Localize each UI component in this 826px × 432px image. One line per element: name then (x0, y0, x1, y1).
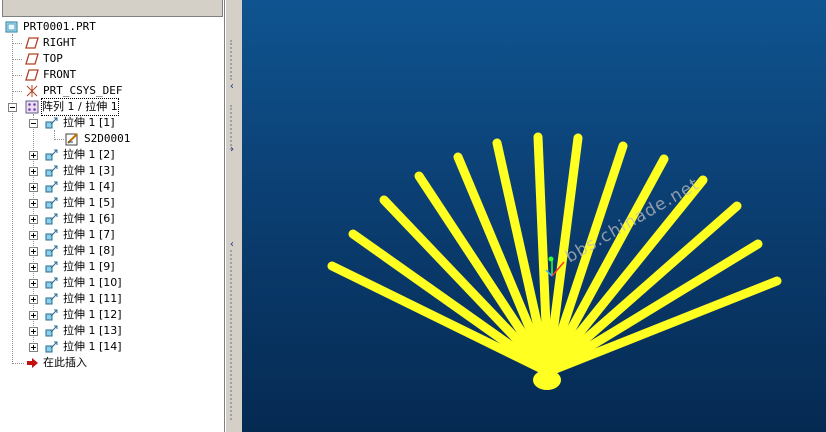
insert-arrow-icon (27, 358, 38, 368)
expand-toggle-icon[interactable] (29, 183, 38, 192)
collapse-left-icon[interactable]: ‹ (229, 240, 239, 250)
tree-item-label: 拉伸 1 [14] (63, 340, 122, 353)
tree-item-label: 拉伸 1 [9] (63, 260, 115, 273)
expand-toggle-icon[interactable] (29, 263, 38, 272)
extrude-icon (45, 213, 58, 225)
extrude-icon (45, 293, 58, 305)
tree-item-label: 拉伸 1 [3] (63, 164, 115, 177)
extrude-icon (45, 277, 58, 289)
tree-item-label: FRONT (43, 68, 77, 81)
tree-item-pattern-member[interactable]: 拉伸 1 [11] (0, 291, 224, 307)
fan-hub (533, 370, 561, 390)
expand-toggle-icon[interactable] (29, 151, 38, 160)
extrude-icon (45, 341, 58, 353)
tree-item-pattern-member[interactable]: 拉伸 1 [2] (0, 147, 224, 163)
graphics-viewport[interactable]: bbs.chinade.net (242, 0, 826, 432)
collapse-toggle-icon[interactable] (29, 119, 38, 128)
fan-blade (379, 195, 553, 377)
insert-here-item[interactable]: 在此插入 (0, 355, 224, 371)
tree-item-label: 在此插入 (43, 356, 87, 369)
pattern-icon (25, 100, 39, 114)
expand-toggle-icon[interactable] (29, 247, 38, 256)
tree-item-label: 拉伸 1 [6] (63, 212, 115, 225)
extrude-icon (45, 229, 58, 241)
expand-toggle-icon[interactable] (29, 311, 38, 320)
tree-item-pattern[interactable]: 阵列 1 / 拉伸 1 (0, 98, 224, 116)
tree-root-item[interactable]: PRT0001.PRT (0, 19, 224, 35)
tree-item-sketch[interactable]: S2D0001 (0, 131, 224, 147)
extrude-icon (45, 325, 58, 337)
tree-item-label: RIGHT (43, 36, 77, 49)
expand-right-icon[interactable]: › (229, 145, 239, 155)
expand-toggle-icon[interactable] (29, 231, 38, 240)
tree-item-pattern-member[interactable]: 拉伸 1 [7] (0, 227, 224, 243)
extrude-icon (45, 261, 58, 273)
tree-item-label: 拉伸 1 [2] (63, 148, 115, 161)
coordinate-system-icon (26, 85, 38, 97)
tree-item-label: 拉伸 1 [5] (63, 196, 115, 209)
datum-plane-icon (25, 53, 39, 65)
expand-toggle-icon[interactable] (29, 295, 38, 304)
tree-item-pattern-member[interactable]: 拉伸 1 [9] (0, 259, 224, 275)
sketch-icon (65, 133, 78, 146)
tree-item-label: 拉伸 1 [1] (63, 116, 115, 129)
model-tree-panel: PRT0001.PRT RIGHT TOP FRONT PRT_CSYS_DEF (0, 0, 225, 432)
tree-item-label: 拉伸 1 [4] (63, 180, 115, 193)
tree-item-top[interactable]: TOP (0, 51, 224, 67)
tree-item-label: 阵列 1 / 拉伸 1 (41, 98, 119, 116)
tree-item-pattern-member[interactable]: 拉伸 1 [3] (0, 163, 224, 179)
tree-item-right[interactable]: RIGHT (0, 35, 224, 51)
tree-item-pattern-member[interactable]: 拉伸 1 [1] (0, 115, 224, 131)
tree-item-label: TOP (43, 52, 63, 65)
expand-toggle-icon[interactable] (29, 215, 38, 224)
tree-root-label: PRT0001.PRT (23, 20, 96, 33)
extrude-icon (45, 181, 58, 193)
extrude-icon (45, 149, 58, 161)
extrude-icon (45, 309, 58, 321)
expand-toggle-icon[interactable] (29, 167, 38, 176)
tree-item-pattern-member[interactable]: 拉伸 1 [10] (0, 275, 224, 291)
expand-toggle-icon[interactable] (29, 199, 38, 208)
tree-item-pattern-member[interactable]: 拉伸 1 [6] (0, 211, 224, 227)
tree-item-pattern-member[interactable]: 拉伸 1 [8] (0, 243, 224, 259)
expand-toggle-icon[interactable] (29, 343, 38, 352)
splitter-grip (230, 40, 238, 80)
tree-item-label: PRT_CSYS_DEF (43, 84, 123, 97)
tree-item-pattern-member[interactable]: 拉伸 1 [14] (0, 339, 224, 355)
panel-splitter[interactable]: ‹ › ‹ (225, 0, 242, 432)
tree-item-pattern-member[interactable]: 拉伸 1 [13] (0, 323, 224, 339)
expand-toggle-icon[interactable] (29, 327, 38, 336)
datum-plane-icon (25, 37, 39, 49)
extrude-icon (45, 117, 58, 129)
tree-item-label: 拉伸 1 [11] (63, 292, 122, 305)
collapse-left-icon[interactable]: ‹ (229, 82, 239, 92)
extrude-icon (45, 197, 58, 209)
tree-item-pattern-member[interactable]: 拉伸 1 [5] (0, 195, 224, 211)
datum-plane-icon (25, 69, 39, 81)
tree-item-csys[interactable]: PRT_CSYS_DEF (0, 83, 224, 99)
tree-item-label: 拉伸 1 [10] (63, 276, 122, 289)
splitter-grip (230, 250, 238, 420)
tree-item-pattern-member[interactable]: 拉伸 1 [4] (0, 179, 224, 195)
tree-item-label: 拉伸 1 [13] (63, 324, 122, 337)
expand-toggle-icon[interactable] (29, 279, 38, 288)
tree-item-label: 拉伸 1 [12] (63, 308, 122, 321)
tree-item-label: S2D0001 (84, 132, 131, 145)
extrude-icon (45, 165, 58, 177)
tree-item-label: 拉伸 1 [7] (63, 228, 115, 241)
fan-model (327, 132, 782, 390)
extrude-icon (45, 245, 58, 257)
collapse-toggle-icon[interactable] (8, 103, 17, 112)
part-icon (5, 21, 18, 33)
tree-item-pattern-member[interactable]: 拉伸 1 [12] (0, 307, 224, 323)
tree-item-label: 拉伸 1 [8] (63, 244, 115, 257)
tree-item-front[interactable]: FRONT (0, 67, 224, 83)
tree-header-bar (2, 0, 223, 17)
